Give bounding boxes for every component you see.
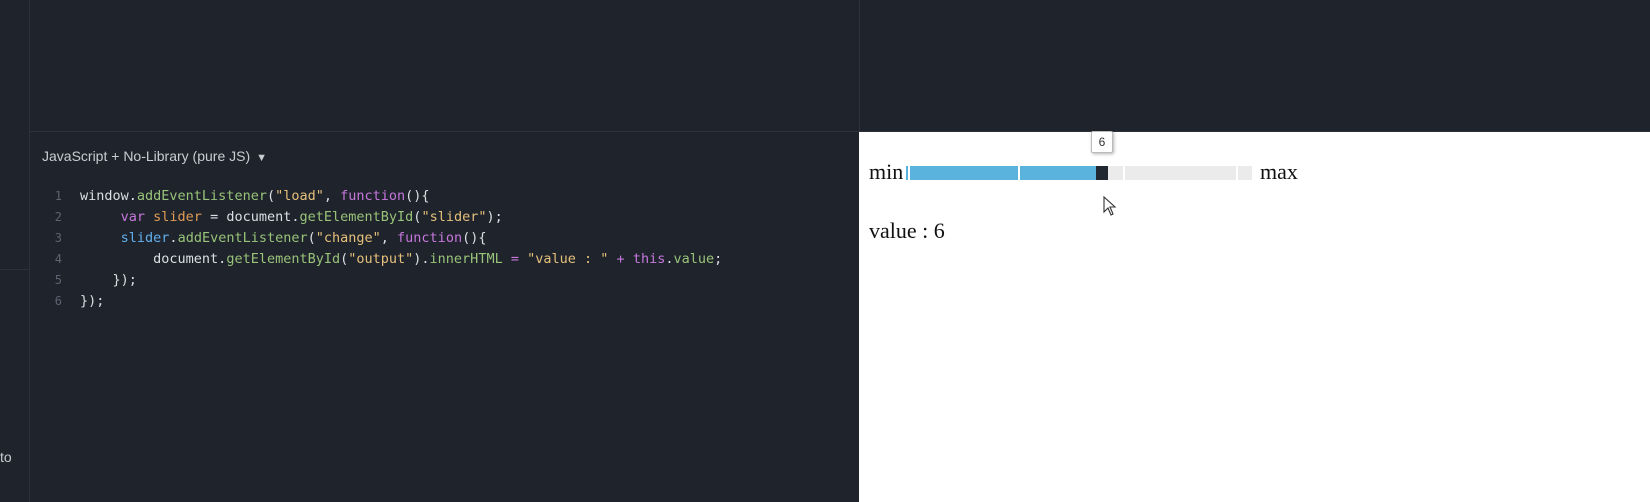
line-number: 6 bbox=[54, 294, 62, 308]
line-number: 1 bbox=[54, 189, 62, 203]
left-panel-strip: to bbox=[0, 0, 30, 502]
html-editor-pane[interactable] bbox=[30, 0, 859, 132]
mouse-pointer-icon bbox=[1103, 196, 1117, 216]
code-token: value bbox=[673, 251, 715, 267]
code-line[interactable]: 1 window.addEventListener("load", functio… bbox=[30, 186, 859, 207]
code-token: (){ bbox=[405, 188, 430, 204]
slider-fill bbox=[906, 166, 1096, 180]
line-number: 4 bbox=[54, 252, 62, 266]
range-slider[interactable]: 6 bbox=[906, 131, 1252, 180]
slider-tick bbox=[908, 166, 910, 180]
code-token: slider bbox=[120, 230, 170, 246]
code-line[interactable]: 6}); bbox=[30, 291, 859, 312]
slider-max-label: max bbox=[1260, 159, 1298, 184]
language-label: JavaScript + No-Library (pure JS) bbox=[42, 148, 251, 164]
code-token: getElementById bbox=[299, 209, 414, 225]
dropdown-arrow-icon: ▼ bbox=[256, 152, 268, 164]
code-token: "change" bbox=[315, 230, 381, 246]
code-token: "value : " bbox=[527, 251, 609, 267]
code-token: slider bbox=[153, 209, 202, 225]
code-token: "slider" bbox=[421, 209, 487, 225]
code-token: ( bbox=[266, 188, 276, 204]
code-token: , bbox=[380, 230, 398, 246]
css-editor-pane[interactable] bbox=[859, 0, 1650, 132]
slider-value-tooltip: 6 bbox=[1091, 131, 1113, 153]
code-line[interactable]: 2 var slider = document.getElementById("… bbox=[30, 207, 859, 228]
code-token: function bbox=[397, 230, 463, 246]
language-selector[interactable]: JavaScript + No-Library (pure JS) ▼ bbox=[42, 148, 267, 164]
code-line[interactable]: 5 }); bbox=[30, 270, 859, 291]
code-token: ; bbox=[714, 251, 723, 267]
code-token: window. bbox=[80, 188, 137, 204]
code-token: addEventListener bbox=[136, 188, 267, 204]
code-token: }); bbox=[80, 272, 137, 288]
left-panel-fragment-text: to bbox=[0, 449, 12, 465]
code-token: document. bbox=[80, 251, 227, 267]
slider-handle[interactable] bbox=[1096, 166, 1108, 180]
code-token: ); bbox=[486, 209, 503, 225]
line-number: 5 bbox=[54, 273, 62, 287]
line-number: 3 bbox=[54, 231, 62, 245]
slider-min-label: min bbox=[869, 159, 904, 184]
code-token: , bbox=[323, 188, 341, 204]
line-number: 2 bbox=[54, 210, 62, 224]
slider-tick bbox=[1018, 166, 1020, 180]
code-token: this bbox=[632, 251, 666, 267]
code-token: . bbox=[169, 230, 178, 246]
code-token: var bbox=[120, 209, 146, 225]
code-line[interactable]: 3 slider.addEventListener("change", func… bbox=[30, 228, 859, 249]
code-token: = bbox=[510, 251, 519, 267]
code-line[interactable]: 4 document.getElementById("output").inne… bbox=[30, 249, 859, 270]
slider-tick bbox=[1123, 166, 1125, 180]
code-token: + bbox=[616, 251, 625, 267]
slider-tick bbox=[1236, 166, 1238, 180]
code-token: = document. bbox=[201, 209, 300, 225]
code-token: ( bbox=[307, 230, 316, 246]
code-token: (){ bbox=[462, 230, 487, 246]
code-token: function bbox=[340, 188, 406, 204]
code-token: "load" bbox=[275, 188, 324, 204]
result-pane: min 6 max value : 6 bbox=[859, 131, 1650, 502]
code-token: getElementById bbox=[226, 251, 341, 267]
javascript-editor-pane[interactable]: JavaScript + No-Library (pure JS) ▼ 1 wind… bbox=[30, 132, 859, 502]
code-token: "output" bbox=[348, 251, 414, 267]
left-panel-divider bbox=[0, 269, 30, 270]
output-text: value : 6 bbox=[869, 218, 945, 243]
code-token: addEventListener bbox=[177, 230, 308, 246]
code-token: innerHTML bbox=[429, 251, 503, 267]
code-token: ). bbox=[413, 251, 430, 267]
code-token: }); bbox=[80, 293, 105, 309]
code-editor[interactable]: 1 window.addEventListener("load", functio… bbox=[30, 186, 859, 312]
